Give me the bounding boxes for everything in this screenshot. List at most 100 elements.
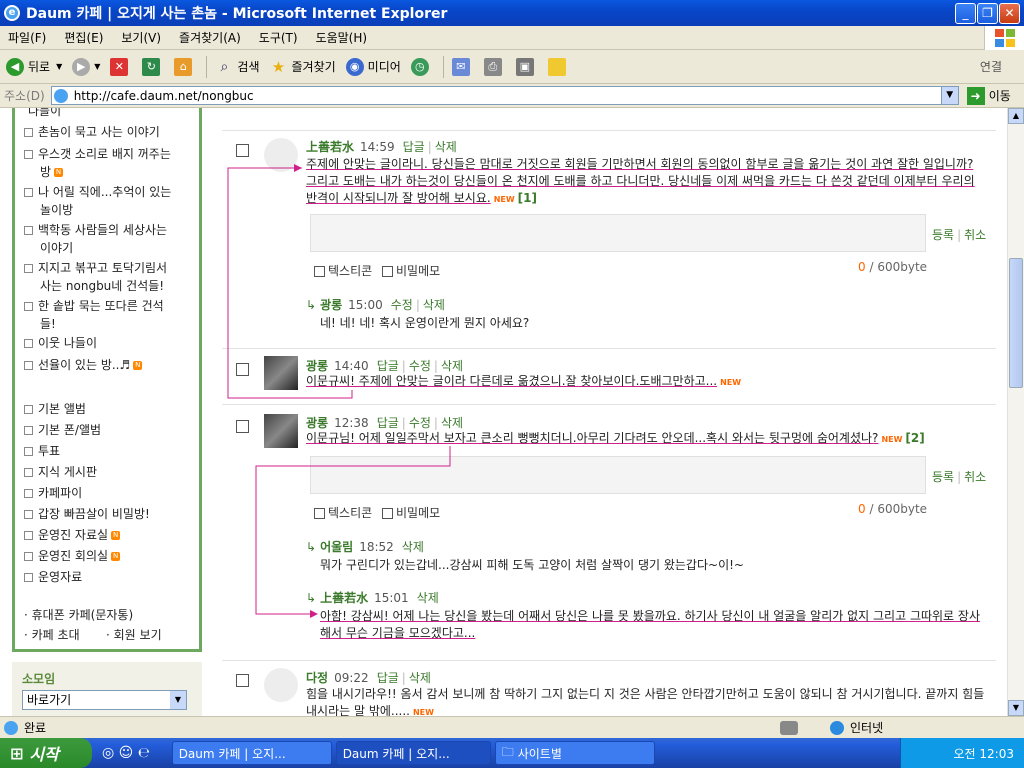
menu-edit[interactable]: 편집(E) [64, 29, 103, 46]
comment-list: 上善若水 14:59 답글 | 삭제 주제에 안맞는 글이라니. 당신들은 맘대로 거짓… [222, 108, 996, 716]
search-button[interactable]: ⌕ 검색 [215, 58, 259, 76]
links-label[interactable]: 연결 [980, 58, 1002, 75]
stop-button[interactable]: ✕ [110, 57, 132, 76]
home-icon: ⌂ [174, 57, 193, 76]
taskbar-item[interactable]: 🗀 사이트별 [494, 741, 655, 765]
somoim-select[interactable]: 바로가기 ▼ [22, 690, 187, 710]
sidebar-item[interactable]: 한 솥밥 묵는 또다른 건석 들! [24, 297, 164, 333]
note-icon [547, 57, 566, 76]
sidebar-item[interactable]: 투표 [24, 442, 60, 460]
new-badge-icon: N [111, 531, 121, 540]
minimize-button[interactable]: _ [955, 3, 976, 24]
media-button[interactable]: ◉ 미디어 [345, 57, 401, 76]
page-icon [4, 720, 18, 735]
invite-link[interactable]: · 카페 초대 [24, 626, 80, 644]
sidebar-item[interactable]: 나 어릴 직에...추억이 있는 놀이방 [24, 183, 171, 219]
chevron-down-icon[interactable]: ▼ [940, 87, 958, 104]
system-tray: 오전 12:03 [900, 738, 1024, 768]
scroll-thumb[interactable] [1009, 258, 1023, 388]
forward-arrow-icon: ▶ [72, 57, 91, 76]
sidebar-item[interactable]: 백학동 사람들의 세상사는 이야기 [24, 221, 167, 257]
home-button[interactable]: ⌂ [174, 57, 196, 76]
clock: 오전 12:03 [953, 746, 1014, 761]
somoim-title: 소모임 [22, 672, 56, 686]
back-button[interactable]: ◀ 뒤로 ▼ [6, 57, 63, 76]
refresh-button[interactable]: ↻ [142, 57, 164, 76]
sidebar-item[interactable]: 운영진 회의실 N [24, 547, 121, 565]
history-button[interactable]: ◷ [410, 57, 433, 76]
menu-favorites[interactable]: 즐겨찾기(A) [179, 29, 241, 46]
sidebar-item[interactable]: 촌놈이 묵고 사는 이야기 [24, 123, 160, 141]
new-badge-icon: N [133, 361, 143, 370]
messenger-button[interactable] [547, 57, 570, 76]
star-icon: ★ [271, 57, 286, 76]
print-icon: ⎙ [483, 57, 502, 76]
sidebar-item[interactable]: 갑장 빠끔살이 비밀방! [24, 505, 150, 523]
sidebar-item[interactable]: 이웃 나들이 [24, 334, 97, 352]
sidebar-item[interactable]: 카페파이 [24, 484, 82, 502]
sidebar-item[interactable]: 나들이 [12, 108, 61, 120]
address-input[interactable]: http://cafe.daum.net/nongbuc ▼ [50, 86, 959, 105]
media-icon: ◉ [345, 57, 364, 76]
menu-bar: 파일(F) 편집(E) 보기(V) 즐겨찾기(A) 도구(T) 도움말(H) [0, 26, 1024, 50]
history-icon: ◷ [410, 57, 429, 76]
windows-logo-icon [984, 26, 1024, 50]
chevron-down-icon: ▼ [94, 62, 101, 71]
forward-button[interactable]: ▶ ▼ [72, 57, 101, 76]
menu-view[interactable]: 보기(V) [121, 29, 161, 46]
sidebar-item[interactable]: 기본 폰/앨범 [24, 421, 101, 439]
phone-cafe-link[interactable]: · 휴대폰 카페(문자통) [24, 606, 133, 624]
chevron-down-icon: ▼ [56, 62, 63, 71]
new-badge-icon: N [54, 168, 64, 177]
favorites-button[interactable]: ★ 즐겨찾기 [270, 58, 336, 76]
toolbar: ◀ 뒤로 ▼ ▶ ▼ ✕ ↻ ⌂ ⌕ 검색 ★ 즐겨찾기 ◉ 미디어 ◷ ✉ ⎙ ▣ 연결 [0, 50, 1024, 84]
mail-button[interactable]: ✉ [451, 57, 474, 76]
sidebar-item[interactable]: 선율이 있는 방..♬ N [24, 356, 143, 374]
address-bar: 주소(D) http://cafe.daum.net/nongbuc ▼ ➜ 이동 [0, 84, 1024, 108]
sidebar-item[interactable]: 기본 앨범 [24, 400, 86, 418]
go-arrow-icon: ➜ [966, 86, 985, 105]
annotation-arrows [227, 164, 451, 618]
menu-tools[interactable]: 도구(T) [259, 29, 298, 46]
start-button[interactable]: ⊞ 시작 [0, 738, 92, 768]
page-icon [53, 88, 68, 103]
toolbar-divider [206, 55, 208, 78]
close-button[interactable]: ✕ [999, 3, 1020, 24]
taskbar-item-active[interactable]: Daum 카페 | 오지... [335, 741, 491, 765]
new-badge-icon: N [111, 552, 121, 561]
taskbar-item[interactable]: Daum 카페 | 오지... [171, 741, 332, 765]
go-button[interactable]: ➜ 이동 [966, 86, 1011, 105]
sidebar-item[interactable]: 지지고 볶꾸고 토닥기림서 사는 nongbu네 건석들! [24, 259, 167, 295]
taskbar: ⊞ 시작 ◎ ☺ ℮ Daum 카페 | 오지... Daum 카페 | 오지..… [0, 738, 1024, 768]
scroll-up-icon[interactable]: ▲ [1008, 108, 1024, 124]
somoim-box: 소모임 바로가기 ▼ [12, 662, 202, 716]
internet-zone: 인터넷 [830, 719, 883, 736]
popup-blocked-icon[interactable] [780, 720, 798, 735]
ie-icon: e [4, 5, 20, 21]
sidebar-item[interactable]: 지식 게시판 [24, 463, 97, 481]
title-bar: e Daum 카페 | 오지게 사는 촌놈 - Microsoft Intern… [0, 0, 1024, 26]
sidebar-item[interactable]: 운영자료 [24, 568, 82, 586]
sidebar-item[interactable]: 우스갯 소리로 배지 꺼주는 방 N [24, 145, 171, 181]
vertical-scrollbar[interactable]: ▲ ▼ [1007, 108, 1024, 716]
members-link[interactable]: · 회원 보기 [106, 626, 162, 644]
page-viewport: 나들이 촌놈이 묵고 사는 이야기 우스갯 소리로 배지 꺼주는 방 N 나 어릴 … [0, 108, 1024, 716]
address-label: 주소(D) [4, 89, 45, 103]
menu-file[interactable]: 파일(F) [8, 29, 46, 46]
windows-logo-icon: ⊞ [10, 743, 24, 763]
toolbar-divider [442, 55, 444, 78]
folder-icon: 🗀 [501, 744, 514, 759]
search-icon: ⌕ [220, 58, 229, 75]
quicklaunch-icon[interactable]: ◎ ☺ ℮ [102, 745, 150, 761]
menu-help[interactable]: 도움말(H) [316, 29, 368, 46]
restore-button[interactable]: ❐ [977, 3, 998, 24]
status-bar: 완료 인터넷 [0, 716, 1024, 738]
mail-icon: ✉ [451, 57, 470, 76]
status-text: 완료 [24, 721, 47, 735]
globe-icon [830, 720, 844, 735]
edit-icon: ▣ [515, 57, 534, 76]
print-button[interactable]: ⎙ [483, 57, 506, 76]
scroll-down-icon[interactable]: ▼ [1008, 700, 1024, 716]
edit-button[interactable]: ▣ [515, 57, 538, 76]
sidebar-item[interactable]: 운영진 자료실 N [24, 526, 121, 544]
